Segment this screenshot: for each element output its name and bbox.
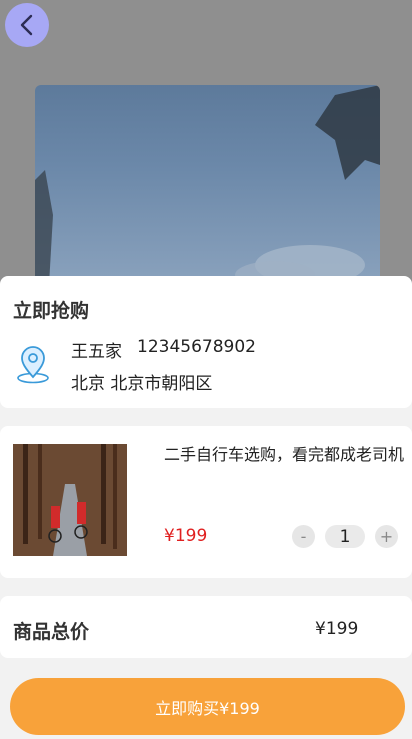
back-button[interactable] xyxy=(5,3,49,47)
total-label: 商品总价 xyxy=(13,621,90,643)
quantity-value[interactable]: 1 xyxy=(325,525,365,548)
recipient-address[interactable]: 北京 北京市朝阳区 xyxy=(71,369,212,394)
product-price: ¥199 xyxy=(164,526,208,546)
location-pin-icon xyxy=(16,346,50,388)
product-name: 二手自行车选购，看完都成老司机 xyxy=(164,445,405,464)
chevron-left-icon xyxy=(20,14,33,36)
quantity-increase-button[interactable]: + xyxy=(375,525,398,548)
recipient-name[interactable]: 王五家 xyxy=(71,337,122,362)
sheet-title: 立即抢购 xyxy=(13,300,90,322)
product-thumbnail xyxy=(13,444,127,556)
product-hero-image xyxy=(35,85,380,285)
quantity-decrease-button[interactable]: - xyxy=(292,525,315,548)
buy-now-button[interactable]: 立即购买¥199 xyxy=(10,678,405,735)
recipient-phone[interactable]: 12345678902 xyxy=(137,337,256,357)
total-value: ¥199 xyxy=(315,619,359,639)
